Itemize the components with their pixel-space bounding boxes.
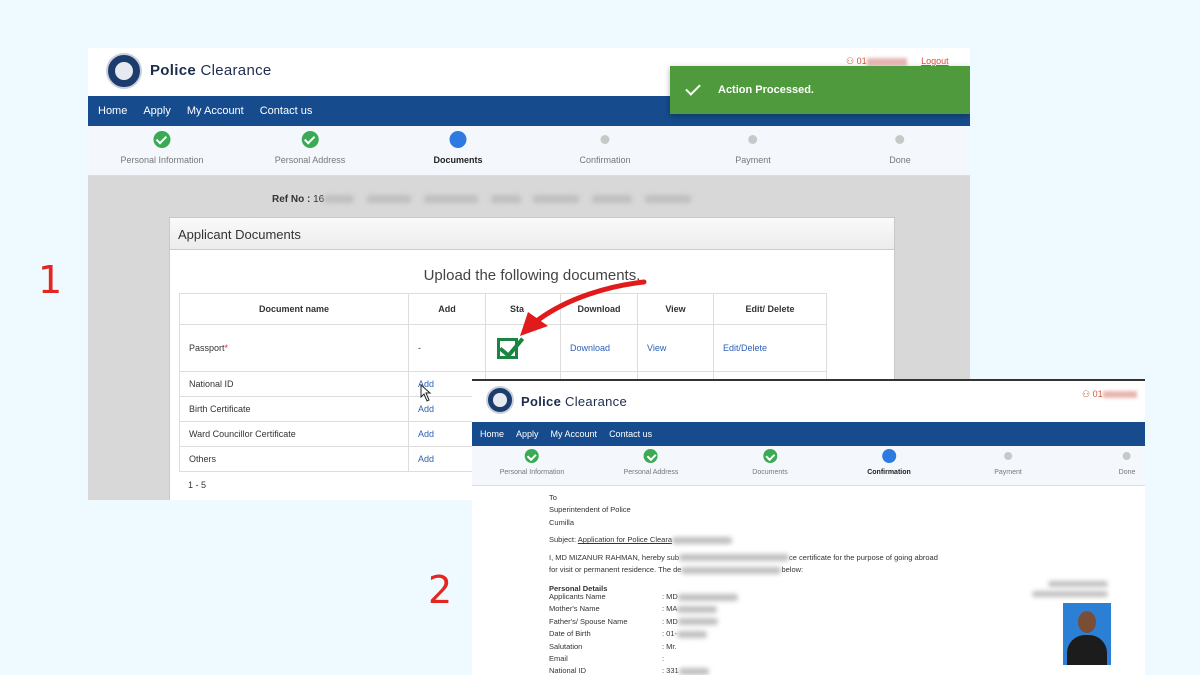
- panel-title: Applicant Documents: [170, 218, 894, 250]
- detail-row: National ID: 331: [549, 665, 738, 675]
- check-icon: [685, 80, 701, 96]
- subject-line: Subject: Application for Police Cleara: [549, 534, 938, 546]
- nav-my-account[interactable]: My Account: [187, 105, 244, 117]
- check-icon: [153, 131, 171, 148]
- nav-home[interactable]: Home: [480, 429, 504, 439]
- edit-delete-link[interactable]: Edit/Delete: [713, 324, 827, 372]
- check-icon: [525, 449, 539, 463]
- check-icon: [301, 131, 319, 148]
- step-number-2: 2: [428, 568, 453, 612]
- reference-number: Ref No : 16: [272, 194, 691, 205]
- step-number-1: 1: [38, 258, 63, 302]
- user-menu[interactable]: ⚇ 01: [1082, 389, 1137, 400]
- police-logo: [486, 386, 514, 414]
- blurred-text: [1032, 591, 1108, 597]
- nav-contact[interactable]: Contact us: [260, 105, 313, 117]
- brand-title: Police Clearance: [521, 394, 627, 409]
- pagination-info: 1 - 5: [188, 480, 207, 490]
- main-nav: Home Apply My Account Contact us: [472, 422, 1145, 446]
- nav-home[interactable]: Home: [98, 105, 127, 117]
- step-done: Done: [1119, 452, 1135, 476]
- step-personal-information: Personal Information: [500, 449, 564, 476]
- nav-contact[interactable]: Contact us: [609, 429, 652, 439]
- confirmation-screenshot: Police Clearance ⚇ 01 Home Apply My Acco…: [472, 379, 1145, 675]
- detail-row: Father's/ Spouse Name: MD: [549, 616, 738, 628]
- detail-row: Mother's Name: MA: [549, 603, 738, 615]
- step-personal-information: Personal Information: [120, 131, 204, 165]
- application-letter: To Superintendent of Police Cumilla Subj…: [549, 493, 938, 594]
- nav-my-account[interactable]: My Account: [551, 429, 598, 439]
- site-header: Police Clearance ⚇ 01: [472, 381, 1145, 422]
- check-icon: [644, 449, 658, 463]
- detail-row: Email:: [549, 654, 665, 664]
- step-confirmation: Confirmation: [867, 449, 911, 476]
- step-done: Done: [889, 135, 911, 165]
- progress-steps: Personal Information Personal Address Do…: [472, 446, 1145, 486]
- mouse-cursor-icon: [420, 384, 432, 402]
- detail-row: Salutation: Mr.: [549, 641, 677, 651]
- brand-title: Police Clearance: [150, 62, 272, 79]
- personal-details: Applicants Name: MD Mother's Name: MA Fa…: [549, 591, 738, 675]
- police-logo: [106, 53, 142, 89]
- user-icon: ⚇: [846, 56, 855, 66]
- user-icon: ⚇: [1082, 389, 1091, 399]
- detail-row: Applicants Name: MD: [549, 591, 738, 603]
- applicant-photo: [1063, 603, 1111, 665]
- step-documents: Documents: [433, 131, 483, 165]
- step-personal-address: Personal Address: [275, 131, 345, 165]
- step-documents: Documents: [752, 449, 788, 476]
- nav-apply[interactable]: Apply: [516, 429, 539, 439]
- step-payment: Payment: [735, 135, 771, 165]
- step-confirmation: Confirmation: [579, 135, 631, 165]
- step-personal-address: Personal Address: [624, 449, 678, 476]
- success-toast: Action Processed.: [670, 66, 970, 114]
- logout-link[interactable]: Logout: [921, 56, 949, 66]
- nav-apply[interactable]: Apply: [143, 105, 171, 117]
- red-arrow-icon: [520, 279, 647, 336]
- step-payment: Payment: [994, 452, 1022, 476]
- view-link[interactable]: View: [637, 324, 714, 372]
- check-icon: [763, 449, 777, 463]
- progress-steps: Personal Information Personal Address Do…: [88, 126, 970, 176]
- detail-row: Date of Birth: 01-: [549, 628, 738, 640]
- blurred-text: [1048, 581, 1108, 587]
